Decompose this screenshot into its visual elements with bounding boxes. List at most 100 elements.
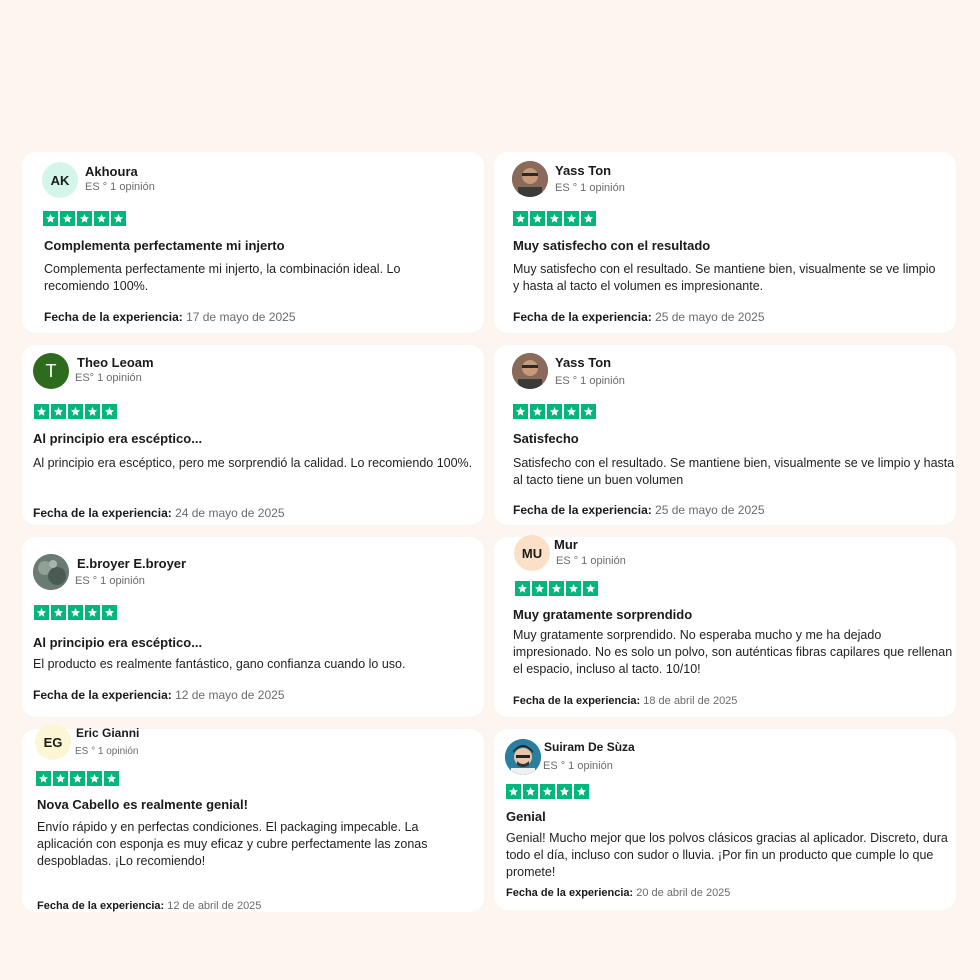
- date-label: Fecha de la experiencia:: [506, 887, 634, 899]
- experience-date: Fecha de la experiencia: 12 de mayo de 2…: [33, 688, 285, 702]
- review-body: Envío rápido y en perfectas condiciones.…: [37, 820, 428, 868]
- review-title: Al principio era escéptico...: [33, 635, 203, 650]
- star-icon: [557, 784, 572, 799]
- rating-stars: [515, 581, 598, 596]
- star-icon: [85, 605, 100, 620]
- review-title: Muy satisfecho con el resultado: [513, 238, 711, 253]
- date-label: Fecha de la experiencia:: [33, 506, 172, 520]
- star-icon: [104, 771, 119, 786]
- star-icon: [36, 771, 51, 786]
- reviewer-meta: ES ° 1 opinión: [543, 760, 613, 772]
- review-title: Satisfecho: [513, 431, 579, 446]
- reviewer-name[interactable]: Eric Gianni: [76, 726, 139, 740]
- experience-date: Fecha de la experiencia: 25 de mayo de 2…: [513, 503, 765, 517]
- review-title: Al principio era escéptico...: [33, 431, 203, 446]
- review-title: Genial: [506, 809, 546, 824]
- experience-date: Fecha de la experiencia: 25 de mayo de 2…: [513, 310, 765, 324]
- avatar: [512, 161, 548, 197]
- star-icon: [60, 211, 75, 226]
- star-icon: [547, 404, 562, 419]
- reviewer-meta: ES ° 1 opinión: [85, 181, 155, 193]
- review-body: El producto es realmente fantástico, gan…: [33, 657, 406, 671]
- review-body: Muy satisfecho con el resultado. Se mant…: [513, 262, 936, 293]
- rating-stars: [513, 211, 596, 226]
- review-card: Yass Ton ES ° 1 opinión Muy satisfecho c…: [494, 152, 956, 333]
- avatar: MU: [514, 535, 550, 571]
- reviewer-meta: ES° 1 opinión: [75, 372, 142, 384]
- star-icon: [564, 404, 579, 419]
- reviewer-name[interactable]: Yass Ton: [555, 355, 611, 370]
- star-icon: [51, 404, 66, 419]
- reviewer-meta: ES ° 1 opinión: [75, 746, 139, 757]
- star-icon: [53, 771, 68, 786]
- star-icon: [43, 211, 58, 226]
- star-icon: [549, 581, 564, 596]
- date-label: Fecha de la experiencia:: [513, 695, 641, 707]
- star-icon: [68, 404, 83, 419]
- review-body: Satisfecho con el resultado. Se mantiene…: [513, 456, 955, 487]
- star-icon: [530, 211, 545, 226]
- review-title: Nova Cabello es realmente genial!: [37, 797, 248, 812]
- reviewer-name[interactable]: E.broyer E.broyer: [77, 556, 186, 571]
- star-icon: [77, 211, 92, 226]
- review-card: T Theo Leoam ES° 1 opinión Al principio …: [22, 345, 484, 525]
- review-card: AK Akhoura ES ° 1 opinión Complementa pe…: [22, 152, 484, 333]
- star-icon: [564, 211, 579, 226]
- star-icon: [515, 581, 530, 596]
- review-card: Suiram De Sùza ES ° 1 opinión Genial Gen…: [494, 729, 956, 910]
- avatar: [505, 739, 541, 775]
- reviewer-name[interactable]: Yass Ton: [555, 163, 611, 178]
- date-value: 25 de mayo de 2025: [655, 503, 765, 517]
- review-title: Muy gratamente sorprendido: [513, 607, 693, 622]
- star-icon: [102, 404, 117, 419]
- star-icon: [68, 605, 83, 620]
- review-title: Complementa perfectamente mi injerto: [44, 238, 285, 253]
- date-label: Fecha de la experiencia:: [513, 503, 652, 517]
- reviewer-meta: ES ° 1 opinión: [556, 555, 626, 567]
- star-icon: [581, 404, 596, 419]
- star-icon: [530, 404, 545, 419]
- star-icon: [34, 605, 49, 620]
- review-card: MU Mur ES ° 1 opinión Muy gratamente sor…: [494, 535, 956, 717]
- star-icon: [513, 211, 528, 226]
- star-icon: [111, 211, 126, 226]
- avatar: EG: [35, 724, 71, 760]
- reviewer-name[interactable]: Theo Leoam: [77, 355, 154, 370]
- rating-stars: [34, 404, 117, 419]
- date-value: 12 de abril de 2025: [167, 900, 262, 912]
- date-value: 17 de mayo de 2025: [186, 310, 296, 324]
- review-body: Genial! Mucho mejor que los polvos clási…: [506, 831, 948, 879]
- experience-date: Fecha de la experiencia: 17 de mayo de 2…: [44, 310, 296, 324]
- date-label: Fecha de la experiencia:: [513, 310, 652, 324]
- date-value: 25 de mayo de 2025: [655, 310, 765, 324]
- rating-stars: [513, 404, 596, 419]
- experience-date: Fecha de la experiencia: 18 de abril de …: [513, 695, 737, 707]
- reviewer-meta: ES ° 1 opinión: [555, 375, 625, 387]
- review-body: Complementa perfectamente mi injerto, la…: [44, 262, 401, 293]
- avatar: [512, 353, 548, 389]
- star-icon: [51, 605, 66, 620]
- star-icon: [583, 581, 598, 596]
- date-label: Fecha de la experiencia:: [37, 900, 165, 912]
- experience-date: Fecha de la experiencia: 24 de mayo de 2…: [33, 506, 285, 520]
- rating-stars: [36, 771, 119, 786]
- rating-stars: [43, 211, 126, 226]
- date-label: Fecha de la experiencia:: [33, 688, 172, 702]
- reviewer-name[interactable]: Mur: [554, 537, 578, 552]
- star-icon: [574, 784, 589, 799]
- star-icon: [547, 211, 562, 226]
- avatar: T: [33, 353, 69, 389]
- date-label: Fecha de la experiencia:: [44, 310, 183, 324]
- experience-date: Fecha de la experiencia: 12 de abril de …: [37, 900, 261, 912]
- avatar: AK: [42, 162, 78, 198]
- review-card: E.broyer E.broyer ES ° 1 opinión Al prin…: [22, 537, 484, 717]
- star-icon: [102, 605, 117, 620]
- experience-date: Fecha de la experiencia: 20 de abril de …: [506, 887, 730, 899]
- star-icon: [540, 784, 555, 799]
- reviewer-name[interactable]: Suiram De Sùza: [544, 740, 635, 754]
- reviewer-name[interactable]: Akhoura: [85, 164, 138, 179]
- date-value: 12 de mayo de 2025: [175, 688, 285, 702]
- reviewer-meta: ES ° 1 opinión: [555, 182, 625, 194]
- date-value: 20 de abril de 2025: [636, 887, 731, 899]
- star-icon: [94, 211, 109, 226]
